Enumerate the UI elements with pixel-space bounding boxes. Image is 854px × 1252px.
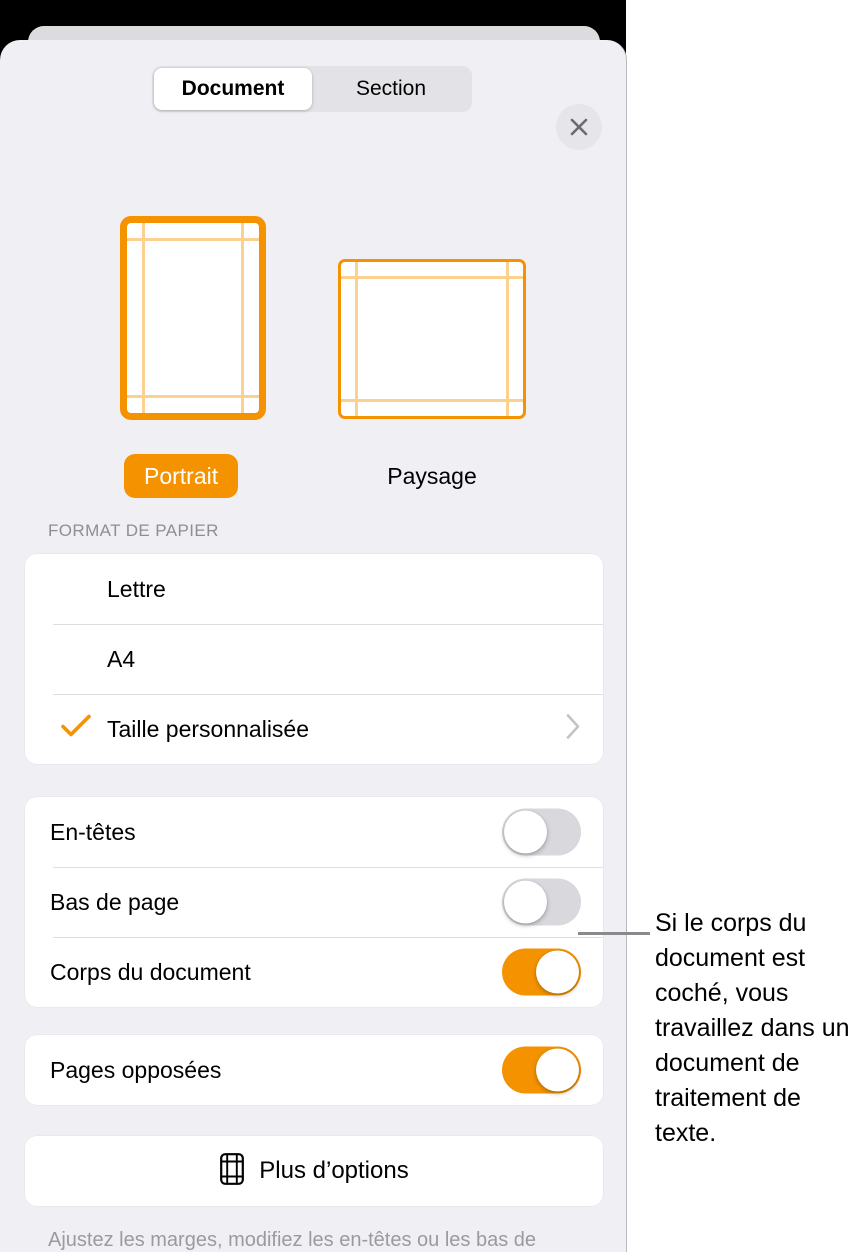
checkmark-icon — [61, 714, 91, 745]
landscape-button[interactable]: Paysage — [350, 454, 514, 498]
toggle-knob — [536, 1048, 579, 1092]
callout-leader-line — [578, 932, 650, 935]
list-item-letter[interactable]: Lettre — [25, 554, 603, 624]
section-help-text: Ajustez les marges, modifiez les en-tête… — [48, 1229, 537, 1251]
list-item-label: A4 — [107, 645, 136, 672]
more-options-button[interactable]: Plus d’options — [25, 1136, 603, 1206]
list-item-label: Taille personnalisée — [107, 715, 310, 742]
row-label: Pages opposées — [50, 1056, 222, 1083]
toggle-knob — [536, 950, 579, 994]
document-setup-popover: Document Section Portrait Paysage FORMAT… — [0, 40, 627, 1252]
page-landscape-icon[interactable] — [338, 259, 526, 419]
chevron-right-icon — [565, 713, 581, 746]
row-document-body[interactable]: Corps du document — [25, 937, 603, 1007]
headers-toggle[interactable] — [502, 808, 581, 856]
tab-document[interactable]: Document — [154, 68, 312, 110]
more-options-label: Plus d’options — [259, 1157, 409, 1184]
list-item-a4[interactable]: A4 — [25, 624, 603, 694]
row-facing-pages[interactable]: Pages opposées — [25, 1035, 603, 1105]
page-elements-list: En-têtes Bas de page Corps du document — [25, 797, 603, 1007]
toggle-knob — [504, 810, 547, 854]
list-item-custom-size[interactable]: Taille personnalisée — [25, 694, 603, 764]
document-margins-icon — [219, 1152, 245, 1191]
paper-format-heading: FORMAT DE PAPIER — [48, 521, 219, 540]
row-headers[interactable]: En-têtes — [25, 797, 603, 867]
toggle-knob — [504, 880, 547, 924]
row-footers[interactable]: Bas de page — [25, 867, 603, 937]
row-label: En-têtes — [50, 818, 136, 845]
footers-toggle[interactable] — [502, 878, 581, 926]
page-portrait-icon[interactable] — [120, 216, 266, 420]
facing-pages-toggle[interactable] — [502, 1046, 581, 1094]
document-body-toggle[interactable] — [502, 948, 581, 996]
more-options-card: Plus d’options — [25, 1136, 603, 1206]
facing-pages-card: Pages opposées — [25, 1035, 603, 1105]
callout-text: Si le corps du document est coché, vous … — [655, 909, 850, 1147]
list-item-label: Lettre — [107, 575, 166, 602]
popover-header: Document Section — [0, 40, 626, 150]
row-label: Bas de page — [50, 888, 180, 915]
orientation-labels: Portrait Paysage — [0, 454, 626, 502]
segmented-control[interactable]: Document Section — [152, 66, 472, 112]
orientation-chooser: Portrait Paysage — [0, 112, 626, 498]
tab-section[interactable]: Section — [312, 68, 470, 110]
row-label: Corps du document — [50, 958, 251, 985]
paper-format-list: Lettre A4 Taille personnalisée — [25, 554, 603, 764]
portrait-button[interactable]: Portrait — [124, 454, 239, 498]
